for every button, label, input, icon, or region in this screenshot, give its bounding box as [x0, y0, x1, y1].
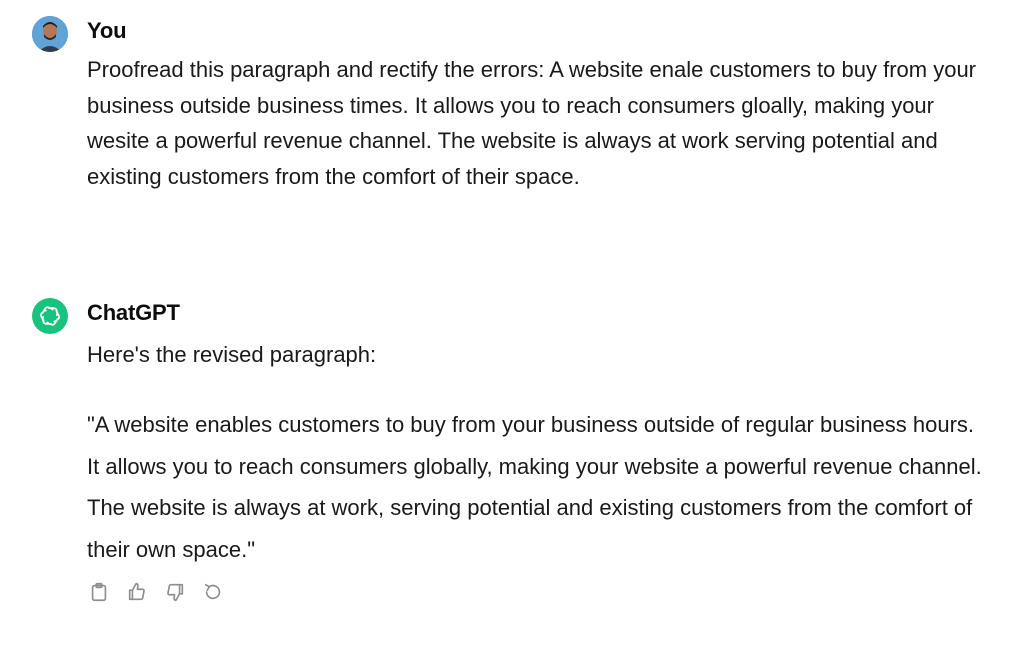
message-actions — [87, 580, 225, 604]
user-avatar-icon — [32, 16, 68, 52]
assistant-revised-paragraph: "A website enables customers to buy from… — [87, 412, 982, 562]
chatgpt-logo-icon — [32, 298, 68, 334]
copy-icon[interactable] — [87, 580, 111, 604]
thumbs-up-icon[interactable] — [125, 580, 149, 604]
thumbs-down-icon[interactable] — [163, 580, 187, 604]
assistant-intro-text: Here's the revised paragraph: — [87, 342, 377, 367]
user-author-name: You — [87, 18, 127, 43]
assistant-author-name: ChatGPT — [87, 300, 180, 325]
regenerate-icon[interactable] — [201, 580, 225, 604]
user-message-text: Proofread this paragraph and rectify the… — [87, 57, 977, 189]
